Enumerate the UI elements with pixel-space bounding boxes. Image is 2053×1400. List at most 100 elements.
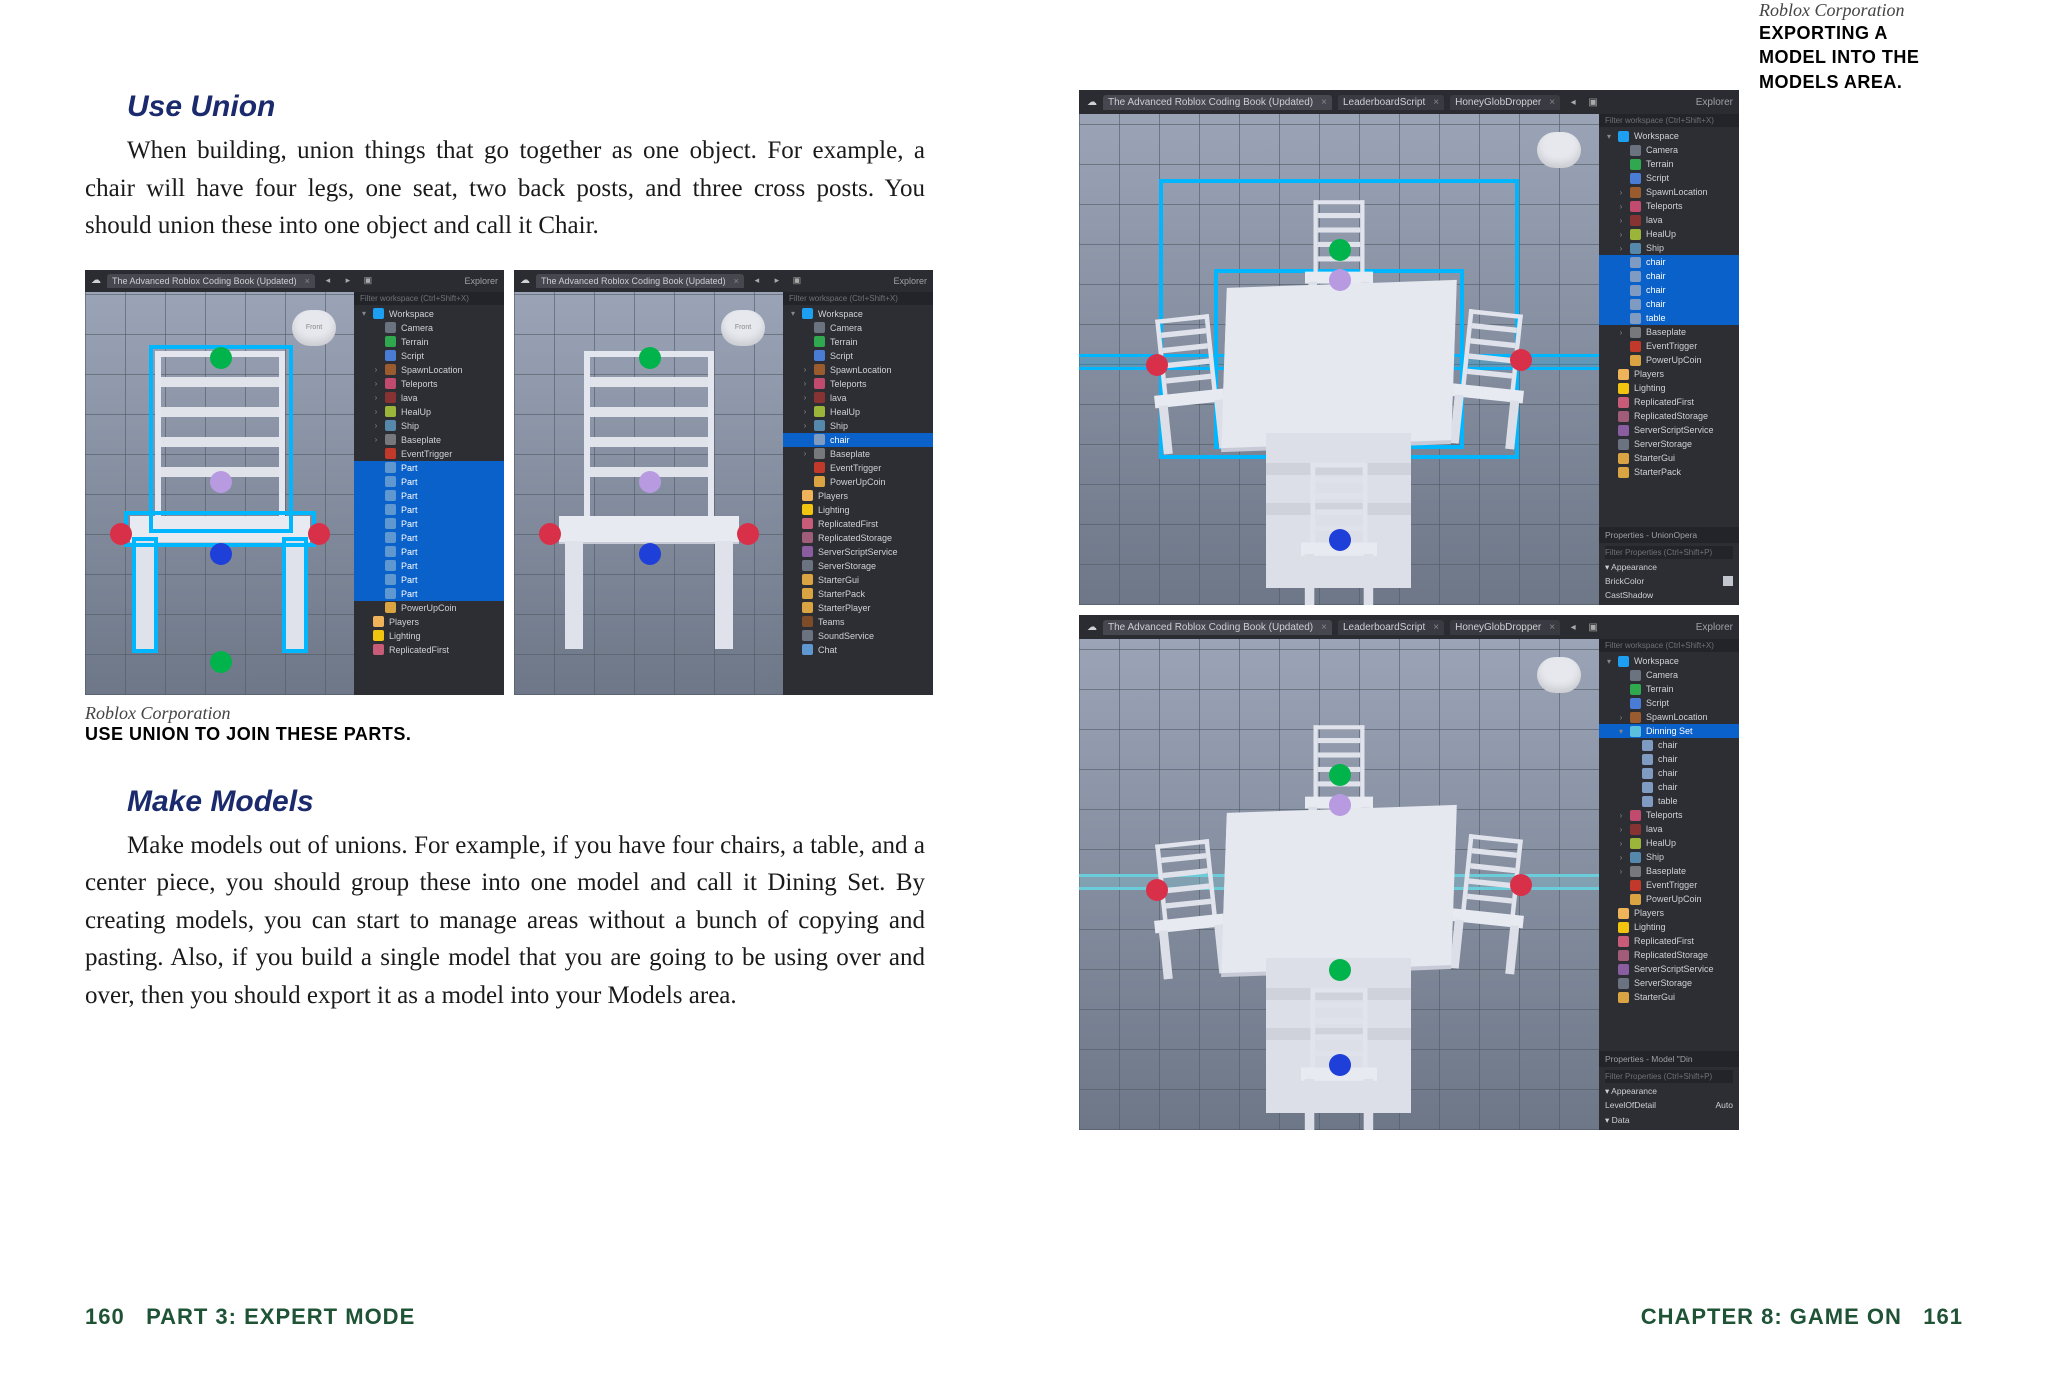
- tree-item[interactable]: StarterGui: [1599, 451, 1739, 465]
- tree-item[interactable]: ›Baseplate: [783, 447, 933, 461]
- tree-item[interactable]: EventTrigger: [1599, 878, 1739, 892]
- tree-item[interactable]: Part: [354, 545, 504, 559]
- tree-item[interactable]: chair: [1599, 780, 1739, 794]
- prop-brickcolor[interactable]: BrickColor: [1605, 576, 1644, 586]
- tree-item[interactable]: Players: [783, 489, 933, 503]
- tree-item[interactable]: EventTrigger: [354, 447, 504, 461]
- tree-item[interactable]: ServerStorage: [1599, 976, 1739, 990]
- tree-item[interactable]: Lighting: [783, 503, 933, 517]
- tree-item[interactable]: ›Ship: [1599, 241, 1739, 255]
- explorer-panel[interactable]: Filter workspace (Ctrl+Shift+X) ▾Workspa…: [354, 292, 504, 695]
- tree-item[interactable]: Lighting: [1599, 381, 1739, 395]
- tree-item[interactable]: Players: [1599, 906, 1739, 920]
- tree-item[interactable]: SoundService: [783, 629, 933, 643]
- tree-item[interactable]: ›Ship: [354, 419, 504, 433]
- tree-item[interactable]: ›Teleports: [1599, 808, 1739, 822]
- tree-item[interactable]: ›Baseplate: [354, 433, 504, 447]
- tree-item[interactable]: table: [1599, 311, 1739, 325]
- tab-main[interactable]: The Advanced Roblox Coding Book (Updated…: [107, 274, 315, 288]
- tree-item[interactable]: Players: [354, 615, 504, 629]
- tree-item[interactable]: ›HealUp: [1599, 227, 1739, 241]
- tree-item[interactable]: StarterPlayer: [783, 601, 933, 615]
- explorer-panel[interactable]: Filter workspace (Ctrl+Shift+X) ▾Workspa…: [1599, 114, 1739, 605]
- tab-leaderboard[interactable]: LeaderboardScript×: [1338, 95, 1444, 110]
- stop-icon[interactable]: ▣: [790, 274, 804, 288]
- tree-item[interactable]: Camera: [1599, 668, 1739, 682]
- tree-item[interactable]: Teams: [783, 615, 933, 629]
- tree-item[interactable]: StarterGui: [783, 573, 933, 587]
- tree-item[interactable]: PowerUpCoin: [1599, 353, 1739, 367]
- filter-input[interactable]: Filter workspace (Ctrl+Shift+X): [1599, 639, 1739, 652]
- tree-item[interactable]: table: [1599, 794, 1739, 808]
- tab-main[interactable]: The Advanced Roblox Coding Book (Updated…: [1103, 95, 1332, 110]
- tree-item[interactable]: ServerStorage: [1599, 437, 1739, 451]
- tree-item[interactable]: ›SpawnLocation: [1599, 185, 1739, 199]
- filter-props[interactable]: Filter Properties (Ctrl+Shift+P): [1605, 1070, 1733, 1083]
- tree-item[interactable]: ›lava: [1599, 213, 1739, 227]
- tree-item[interactable]: ›lava: [1599, 822, 1739, 836]
- tree-item[interactable]: Part: [354, 461, 504, 475]
- explorer-panel[interactable]: Filter workspace (Ctrl+Shift+X) ▾Workspa…: [783, 292, 933, 695]
- tree-item[interactable]: ServerScriptService: [1599, 423, 1739, 437]
- tree-item[interactable]: ServerScriptService: [1599, 962, 1739, 976]
- orientation-widget[interactable]: Front: [721, 310, 765, 346]
- tree-item[interactable]: Script: [1599, 696, 1739, 710]
- tree-item[interactable]: PowerUpCoin: [1599, 892, 1739, 906]
- tree-item[interactable]: Part: [354, 573, 504, 587]
- tree-item[interactable]: ›Teleports: [1599, 199, 1739, 213]
- tree-item[interactable]: ›SpawnLocation: [1599, 710, 1739, 724]
- tree-item[interactable]: ReplicatedStorage: [783, 531, 933, 545]
- tree-item[interactable]: ›HealUp: [1599, 836, 1739, 850]
- tree-item[interactable]: Part: [354, 587, 504, 601]
- tree-item[interactable]: chair: [1599, 738, 1739, 752]
- tree-item[interactable]: Terrain: [1599, 157, 1739, 171]
- tab-main[interactable]: The Advanced Roblox Coding Book (Updated…: [1103, 620, 1332, 635]
- tree-item[interactable]: ›Teleports: [783, 377, 933, 391]
- tree-item[interactable]: ›HealUp: [354, 405, 504, 419]
- tree-item[interactable]: ReplicatedStorage: [1599, 948, 1739, 962]
- tree-item[interactable]: Players: [1599, 367, 1739, 381]
- tree-item[interactable]: Part: [354, 531, 504, 545]
- tree-item[interactable]: chair: [1599, 255, 1739, 269]
- tree-item[interactable]: ›Ship: [783, 419, 933, 433]
- tree-item[interactable]: Script: [783, 349, 933, 363]
- tree-item[interactable]: chair: [1599, 269, 1739, 283]
- nav-fwd-icon[interactable]: ▸: [770, 274, 784, 288]
- orientation-widget[interactable]: [1537, 132, 1581, 168]
- tree-item[interactable]: ›Teleports: [354, 377, 504, 391]
- filter-input[interactable]: Filter workspace (Ctrl+Shift+X): [1599, 114, 1739, 127]
- tree-item[interactable]: Part: [354, 517, 504, 531]
- filter-props[interactable]: Filter Properties (Ctrl+Shift+P): [1605, 546, 1733, 559]
- tree-item[interactable]: ReplicatedFirst: [1599, 395, 1739, 409]
- tree-item[interactable]: ServerScriptService: [783, 545, 933, 559]
- tab-main[interactable]: The Advanced Roblox Coding Book (Updated…: [536, 274, 744, 288]
- tree-item[interactable]: ReplicatedFirst: [1599, 934, 1739, 948]
- tree-item[interactable]: Script: [354, 349, 504, 363]
- tree-item[interactable]: PowerUpCoin: [783, 475, 933, 489]
- tree-item[interactable]: PowerUpCoin: [354, 601, 504, 615]
- tree-item[interactable]: chair: [1599, 297, 1739, 311]
- tree-item[interactable]: chair: [1599, 766, 1739, 780]
- tree-item[interactable]: Terrain: [1599, 682, 1739, 696]
- tree-item[interactable]: EventTrigger: [783, 461, 933, 475]
- tree-item[interactable]: Part: [354, 559, 504, 573]
- tree-item[interactable]: ›Ship: [1599, 850, 1739, 864]
- nav-back-icon[interactable]: ◂: [750, 274, 764, 288]
- tab-honey[interactable]: HoneyGlobDropper×: [1450, 95, 1560, 110]
- tree-item[interactable]: StarterPack: [1599, 465, 1739, 479]
- stop-icon[interactable]: ▣: [1586, 95, 1600, 109]
- tree-item[interactable]: chair: [1599, 283, 1739, 297]
- filter-input[interactable]: Filter workspace (Ctrl+Shift+X): [354, 292, 504, 305]
- tree-item[interactable]: ›Baseplate: [1599, 325, 1739, 339]
- prop-lod[interactable]: LevelOfDetail: [1605, 1100, 1656, 1110]
- tree-item[interactable]: Chat: [783, 643, 933, 657]
- tree-item[interactable]: ›lava: [783, 391, 933, 405]
- tree-item[interactable]: ▾Workspace: [354, 307, 504, 321]
- tree-item[interactable]: ServerStorage: [783, 559, 933, 573]
- tree-item[interactable]: Camera: [783, 321, 933, 335]
- orientation-widget[interactable]: [1537, 657, 1581, 693]
- tree-item[interactable]: ›Baseplate: [1599, 864, 1739, 878]
- tree-item[interactable]: ▾Workspace: [1599, 129, 1739, 143]
- tree-item[interactable]: StarterPack: [783, 587, 933, 601]
- tree-item[interactable]: ReplicatedFirst: [783, 517, 933, 531]
